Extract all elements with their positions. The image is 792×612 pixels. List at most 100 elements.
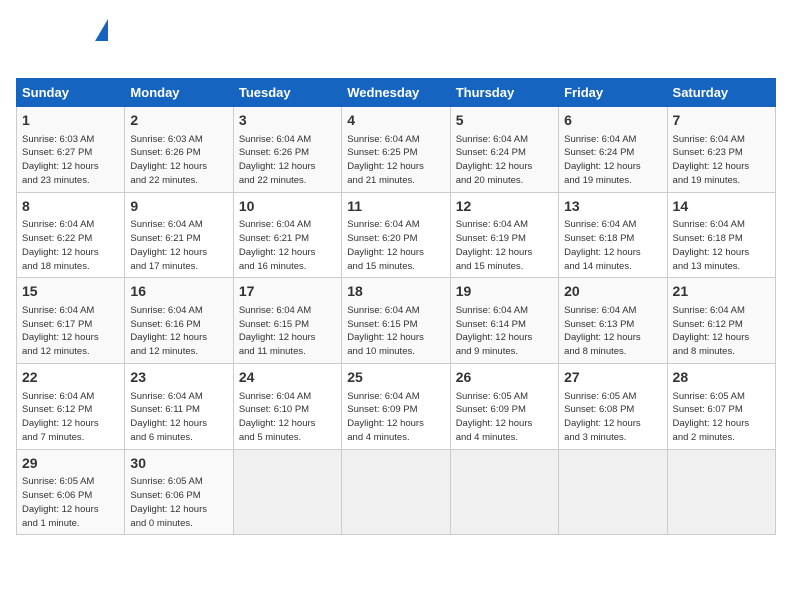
calendar-cell: 25Sunrise: 6:04 AM Sunset: 6:09 PM Dayli… bbox=[342, 363, 450, 449]
calendar-week-5: 29Sunrise: 6:05 AM Sunset: 6:06 PM Dayli… bbox=[17, 449, 776, 535]
calendar-cell: 1Sunrise: 6:03 AM Sunset: 6:27 PM Daylig… bbox=[17, 107, 125, 193]
day-info: Sunrise: 6:04 AM Sunset: 6:15 PM Dayligh… bbox=[239, 304, 336, 359]
day-number: 19 bbox=[456, 282, 553, 302]
calendar-cell: 4Sunrise: 6:04 AM Sunset: 6:25 PM Daylig… bbox=[342, 107, 450, 193]
day-info: Sunrise: 6:03 AM Sunset: 6:26 PM Dayligh… bbox=[130, 133, 227, 188]
day-number: 4 bbox=[347, 111, 444, 131]
day-number: 7 bbox=[673, 111, 770, 131]
day-number: 30 bbox=[130, 454, 227, 474]
calendar-cell bbox=[342, 449, 450, 535]
calendar-cell: 7Sunrise: 6:04 AM Sunset: 6:23 PM Daylig… bbox=[667, 107, 775, 193]
calendar-cell: 11Sunrise: 6:04 AM Sunset: 6:20 PM Dayli… bbox=[342, 192, 450, 278]
calendar-cell: 12Sunrise: 6:04 AM Sunset: 6:19 PM Dayli… bbox=[450, 192, 558, 278]
calendar-cell: 24Sunrise: 6:04 AM Sunset: 6:10 PM Dayli… bbox=[233, 363, 341, 449]
calendar-table: SundayMondayTuesdayWednesdayThursdayFrid… bbox=[16, 78, 776, 535]
day-number: 13 bbox=[564, 197, 661, 217]
day-info: Sunrise: 6:04 AM Sunset: 6:13 PM Dayligh… bbox=[564, 304, 661, 359]
day-info: Sunrise: 6:05 AM Sunset: 6:07 PM Dayligh… bbox=[673, 390, 770, 445]
day-number: 24 bbox=[239, 368, 336, 388]
weekday-header-monday: Monday bbox=[125, 79, 233, 107]
day-info: Sunrise: 6:04 AM Sunset: 6:12 PM Dayligh… bbox=[673, 304, 770, 359]
day-number: 9 bbox=[130, 197, 227, 217]
day-info: Sunrise: 6:04 AM Sunset: 6:11 PM Dayligh… bbox=[130, 390, 227, 445]
calendar-cell: 22Sunrise: 6:04 AM Sunset: 6:12 PM Dayli… bbox=[17, 363, 125, 449]
calendar-week-2: 8Sunrise: 6:04 AM Sunset: 6:22 PM Daylig… bbox=[17, 192, 776, 278]
calendar-cell: 28Sunrise: 6:05 AM Sunset: 6:07 PM Dayli… bbox=[667, 363, 775, 449]
day-info: Sunrise: 6:04 AM Sunset: 6:15 PM Dayligh… bbox=[347, 304, 444, 359]
day-info: Sunrise: 6:04 AM Sunset: 6:23 PM Dayligh… bbox=[673, 133, 770, 188]
day-info: Sunrise: 6:04 AM Sunset: 6:12 PM Dayligh… bbox=[22, 390, 119, 445]
day-info: Sunrise: 6:04 AM Sunset: 6:18 PM Dayligh… bbox=[673, 218, 770, 273]
day-number: 15 bbox=[22, 282, 119, 302]
weekday-header-thursday: Thursday bbox=[450, 79, 558, 107]
weekday-header-friday: Friday bbox=[559, 79, 667, 107]
day-info: Sunrise: 6:04 AM Sunset: 6:25 PM Dayligh… bbox=[347, 133, 444, 188]
day-number: 20 bbox=[564, 282, 661, 302]
day-info: Sunrise: 6:05 AM Sunset: 6:06 PM Dayligh… bbox=[130, 475, 227, 530]
calendar-cell: 5Sunrise: 6:04 AM Sunset: 6:24 PM Daylig… bbox=[450, 107, 558, 193]
day-info: Sunrise: 6:04 AM Sunset: 6:24 PM Dayligh… bbox=[456, 133, 553, 188]
calendar-cell: 10Sunrise: 6:04 AM Sunset: 6:21 PM Dayli… bbox=[233, 192, 341, 278]
day-number: 21 bbox=[673, 282, 770, 302]
day-info: Sunrise: 6:04 AM Sunset: 6:21 PM Dayligh… bbox=[130, 218, 227, 273]
day-info: Sunrise: 6:05 AM Sunset: 6:09 PM Dayligh… bbox=[456, 390, 553, 445]
page-header bbox=[16, 16, 776, 68]
calendar-cell: 30Sunrise: 6:05 AM Sunset: 6:06 PM Dayli… bbox=[125, 449, 233, 535]
day-number: 26 bbox=[456, 368, 553, 388]
weekday-header-sunday: Sunday bbox=[17, 79, 125, 107]
calendar-cell: 19Sunrise: 6:04 AM Sunset: 6:14 PM Dayli… bbox=[450, 278, 558, 364]
calendar-cell: 21Sunrise: 6:04 AM Sunset: 6:12 PM Dayli… bbox=[667, 278, 775, 364]
calendar-cell: 15Sunrise: 6:04 AM Sunset: 6:17 PM Dayli… bbox=[17, 278, 125, 364]
day-number: 1 bbox=[22, 111, 119, 131]
calendar-cell: 26Sunrise: 6:05 AM Sunset: 6:09 PM Dayli… bbox=[450, 363, 558, 449]
calendar-cell: 6Sunrise: 6:04 AM Sunset: 6:24 PM Daylig… bbox=[559, 107, 667, 193]
day-info: Sunrise: 6:04 AM Sunset: 6:22 PM Dayligh… bbox=[22, 218, 119, 273]
weekday-header-wednesday: Wednesday bbox=[342, 79, 450, 107]
logo-arrow-icon bbox=[95, 19, 108, 41]
weekday-header-saturday: Saturday bbox=[667, 79, 775, 107]
day-number: 5 bbox=[456, 111, 553, 131]
calendar-cell: 8Sunrise: 6:04 AM Sunset: 6:22 PM Daylig… bbox=[17, 192, 125, 278]
day-info: Sunrise: 6:04 AM Sunset: 6:18 PM Dayligh… bbox=[564, 218, 661, 273]
calendar-cell bbox=[667, 449, 775, 535]
weekday-header-tuesday: Tuesday bbox=[233, 79, 341, 107]
day-number: 28 bbox=[673, 368, 770, 388]
day-number: 25 bbox=[347, 368, 444, 388]
day-number: 10 bbox=[239, 197, 336, 217]
calendar-cell bbox=[559, 449, 667, 535]
calendar-cell: 13Sunrise: 6:04 AM Sunset: 6:18 PM Dayli… bbox=[559, 192, 667, 278]
day-number: 8 bbox=[22, 197, 119, 217]
calendar-cell: 14Sunrise: 6:04 AM Sunset: 6:18 PM Dayli… bbox=[667, 192, 775, 278]
day-number: 6 bbox=[564, 111, 661, 131]
calendar-cell: 29Sunrise: 6:05 AM Sunset: 6:06 PM Dayli… bbox=[17, 449, 125, 535]
day-number: 29 bbox=[22, 454, 119, 474]
calendar-cell: 3Sunrise: 6:04 AM Sunset: 6:26 PM Daylig… bbox=[233, 107, 341, 193]
day-number: 17 bbox=[239, 282, 336, 302]
day-number: 27 bbox=[564, 368, 661, 388]
day-number: 18 bbox=[347, 282, 444, 302]
day-info: Sunrise: 6:04 AM Sunset: 6:16 PM Dayligh… bbox=[130, 304, 227, 359]
calendar-cell: 17Sunrise: 6:04 AM Sunset: 6:15 PM Dayli… bbox=[233, 278, 341, 364]
day-info: Sunrise: 6:04 AM Sunset: 6:10 PM Dayligh… bbox=[239, 390, 336, 445]
day-info: Sunrise: 6:05 AM Sunset: 6:06 PM Dayligh… bbox=[22, 475, 119, 530]
day-info: Sunrise: 6:04 AM Sunset: 6:24 PM Dayligh… bbox=[564, 133, 661, 188]
day-number: 23 bbox=[130, 368, 227, 388]
day-info: Sunrise: 6:03 AM Sunset: 6:27 PM Dayligh… bbox=[22, 133, 119, 188]
day-info: Sunrise: 6:04 AM Sunset: 6:21 PM Dayligh… bbox=[239, 218, 336, 273]
day-info: Sunrise: 6:04 AM Sunset: 6:17 PM Dayligh… bbox=[22, 304, 119, 359]
day-info: Sunrise: 6:04 AM Sunset: 6:19 PM Dayligh… bbox=[456, 218, 553, 273]
calendar-cell: 23Sunrise: 6:04 AM Sunset: 6:11 PM Dayli… bbox=[125, 363, 233, 449]
day-number: 22 bbox=[22, 368, 119, 388]
day-info: Sunrise: 6:05 AM Sunset: 6:08 PM Dayligh… bbox=[564, 390, 661, 445]
day-number: 11 bbox=[347, 197, 444, 217]
day-number: 3 bbox=[239, 111, 336, 131]
calendar-cell: 2Sunrise: 6:03 AM Sunset: 6:26 PM Daylig… bbox=[125, 107, 233, 193]
day-info: Sunrise: 6:04 AM Sunset: 6:14 PM Dayligh… bbox=[456, 304, 553, 359]
day-number: 14 bbox=[673, 197, 770, 217]
calendar-cell: 9Sunrise: 6:04 AM Sunset: 6:21 PM Daylig… bbox=[125, 192, 233, 278]
calendar-week-3: 15Sunrise: 6:04 AM Sunset: 6:17 PM Dayli… bbox=[17, 278, 776, 364]
calendar-cell: 20Sunrise: 6:04 AM Sunset: 6:13 PM Dayli… bbox=[559, 278, 667, 364]
calendar-cell: 18Sunrise: 6:04 AM Sunset: 6:15 PM Dayli… bbox=[342, 278, 450, 364]
calendar-week-4: 22Sunrise: 6:04 AM Sunset: 6:12 PM Dayli… bbox=[17, 363, 776, 449]
logo bbox=[16, 16, 106, 68]
